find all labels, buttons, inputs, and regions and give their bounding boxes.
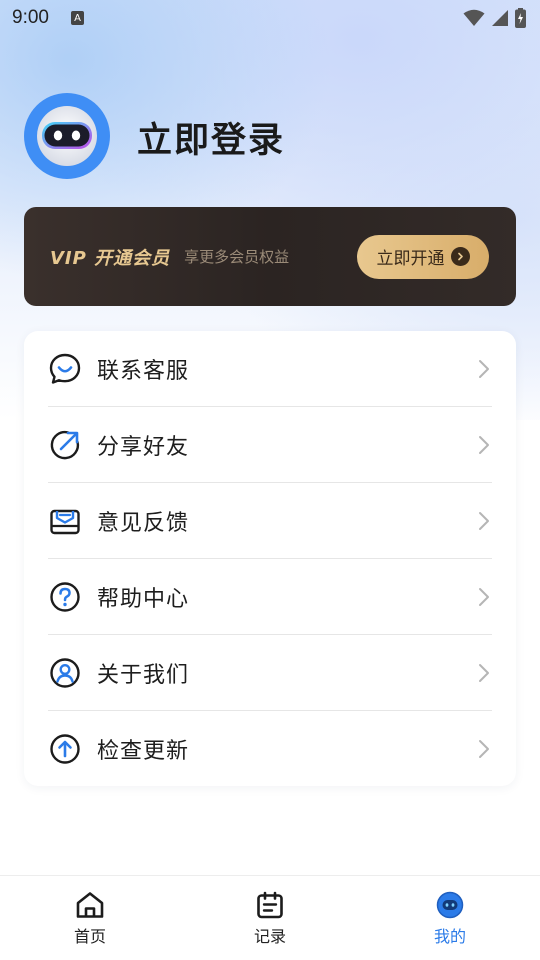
nav-tab-label: 首页	[73, 927, 106, 946]
nav-tab-profile[interactable]: 我的	[360, 876, 540, 960]
nav-tab-label: 我的	[433, 927, 466, 946]
home-icon	[76, 892, 104, 918]
menu-item-label: 分享好友	[97, 435, 190, 460]
bottom-nav: 首页 记录 我的	[0, 875, 540, 960]
menu-item-label: 检查更新	[97, 739, 190, 764]
nav-tab-home[interactable]: 首页	[0, 876, 180, 960]
status-time: 9:00	[12, 7, 49, 28]
status-bar: 9:00 A	[0, 0, 540, 36]
menu-item-customer-service[interactable]: 联系客服	[48, 331, 492, 407]
profile-icon	[436, 891, 464, 919]
chevron-right-icon	[479, 436, 489, 454]
share-icon	[48, 428, 82, 462]
records-icon	[257, 891, 283, 919]
chevron-right-icon	[479, 360, 489, 378]
notification-icon: A	[70, 11, 84, 25]
chevron-right-icon	[479, 664, 489, 682]
feedback-icon	[48, 504, 82, 538]
chevron-right-circle-icon	[450, 247, 470, 266]
chevron-right-icon	[479, 740, 489, 758]
vip-open-button[interactable]: 立即开通	[357, 234, 489, 279]
nav-tab-records[interactable]: 记录	[180, 876, 360, 960]
about-us-icon	[48, 656, 82, 690]
menu-card: 联系客服 分享好友 意见反馈 帮助中心 关于我们 检查更新	[24, 331, 516, 786]
vip-subtitle: 享更多会员权益	[184, 248, 290, 266]
chevron-right-icon	[479, 588, 489, 606]
cell-signal-icon	[492, 10, 508, 26]
login-button[interactable]: 立即登录	[137, 112, 285, 163]
menu-item-help-center[interactable]: 帮助中心	[48, 559, 492, 635]
customer-service-icon	[48, 352, 82, 386]
menu-item-check-update[interactable]: 检查更新	[48, 711, 492, 787]
menu-item-about-us[interactable]: 关于我们	[48, 635, 492, 711]
help-icon	[48, 580, 82, 614]
menu-item-feedback[interactable]: 意见反馈	[48, 483, 492, 559]
wifi-icon	[463, 9, 485, 26]
nav-tab-label: 记录	[253, 927, 286, 946]
battery-icon	[515, 8, 526, 28]
vip-open-button-label: 立即开通	[376, 249, 445, 269]
menu-item-label: 联系客服	[97, 359, 190, 384]
vip-banner[interactable]: VIP 开通会员 享更多会员权益 立即开通	[24, 207, 516, 306]
menu-item-label: 关于我们	[97, 663, 190, 688]
menu-item-label: 帮助中心	[97, 587, 190, 612]
robot-mascot-icon	[37, 106, 97, 166]
avatar[interactable]	[24, 93, 110, 179]
menu-item-share[interactable]: 分享好友	[48, 407, 492, 483]
chevron-right-icon	[479, 512, 489, 530]
menu-item-label: 意见反馈	[97, 511, 190, 536]
vip-title: VIP 开通会员	[50, 247, 171, 269]
update-icon	[48, 732, 82, 766]
